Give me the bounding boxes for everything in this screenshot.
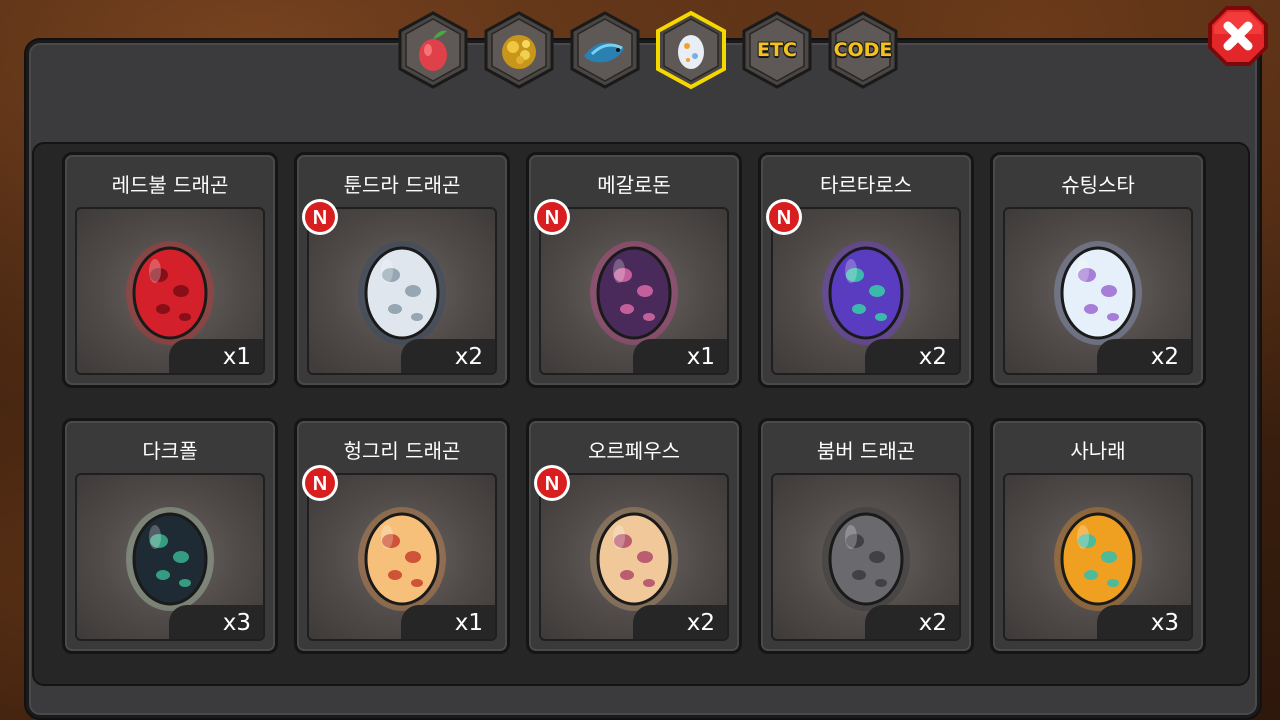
egg-count: x2 [401,339,495,373]
new-badge: N [764,197,804,237]
close-icon [1208,6,1268,66]
egg-icon [590,241,678,345]
egg-slot: x3 [75,473,265,641]
tab-egg[interactable] [654,10,728,90]
egg-card[interactable]: 사나래 x3 [990,418,1206,654]
egg-count: x1 [633,339,727,373]
egg-icon [358,507,446,611]
tab-fish[interactable] [568,10,642,90]
egg-count: x2 [1097,339,1191,373]
egg-name: 타르타로스 [820,173,912,197]
egg-icon [126,241,214,345]
egg-icon [358,241,446,345]
egg-count: x3 [169,605,263,639]
egg-name: 다크폴 [142,439,198,463]
new-badge-label: N [777,207,791,229]
egg-count: x3 [1097,605,1191,639]
egg-count: x2 [865,605,959,639]
egg-name: 사나래 [1070,439,1126,463]
egg-slot: x2 [1003,207,1193,375]
egg-slot: x2 [771,473,961,641]
egg-count: x1 [169,339,263,373]
new-badge: N [532,463,572,503]
egg-name: 메갈로돈 [597,173,671,197]
egg-count: x2 [865,339,959,373]
tab-code[interactable]: CODE [826,10,900,90]
new-badge: N [300,463,340,503]
egg-icon [590,507,678,611]
new-badge: N [300,197,340,237]
tab-label: ETC [757,39,797,61]
egg-count: x1 [401,605,495,639]
egg-card[interactable]: 메갈로돈 x1 N [526,152,742,388]
egg-icon [126,507,214,611]
egg-card[interactable]: 툰드라 드래곤 x2 N [294,152,510,388]
egg-slot: x3 [1003,473,1193,641]
egg-card[interactable]: 슈팅스타 x2 [990,152,1206,388]
egg-card[interactable]: 헝그리 드래곤 x1 N [294,418,510,654]
egg-icon [822,241,910,345]
egg-name: 슈팅스타 [1061,173,1135,197]
egg-name: 붐버 드래곤 [816,439,916,463]
close-button[interactable] [1206,4,1270,68]
egg-card[interactable]: 타르타로스 x2 N [758,152,974,388]
egg-name: 헝그리 드래곤 [343,439,461,463]
new-badge-label: N [545,207,559,229]
new-badge-label: N [545,473,559,495]
egg-card[interactable]: 다크폴 x3 [62,418,278,654]
new-badge-label: N [313,473,327,495]
tab-etc[interactable]: ETC [740,10,814,90]
egg-icon [1054,241,1142,345]
category-tabs: ETC CODE [0,10,1280,96]
egg-card[interactable]: 붐버 드래곤 x2 [758,418,974,654]
egg-icon [1054,507,1142,611]
egg-count: x2 [633,605,727,639]
egg-name: 오르페우스 [588,439,680,463]
egg-slot: x1 [75,207,265,375]
new-badge-label: N [313,207,327,229]
egg-card[interactable]: 오르페우스 x2 N [526,418,742,654]
egg-icon [822,507,910,611]
egg-name: 툰드라 드래곤 [343,173,461,197]
gold-ore-icon [502,35,536,69]
egg-card[interactable]: 레드불 드래곤 x1 [62,152,278,388]
tab-gold[interactable] [482,10,556,90]
new-badge: N [532,197,572,237]
tab-label: CODE [833,39,893,61]
egg-name: 레드불 드래곤 [111,173,229,197]
tab-fruit[interactable] [396,10,470,90]
egg-icon [678,35,704,69]
